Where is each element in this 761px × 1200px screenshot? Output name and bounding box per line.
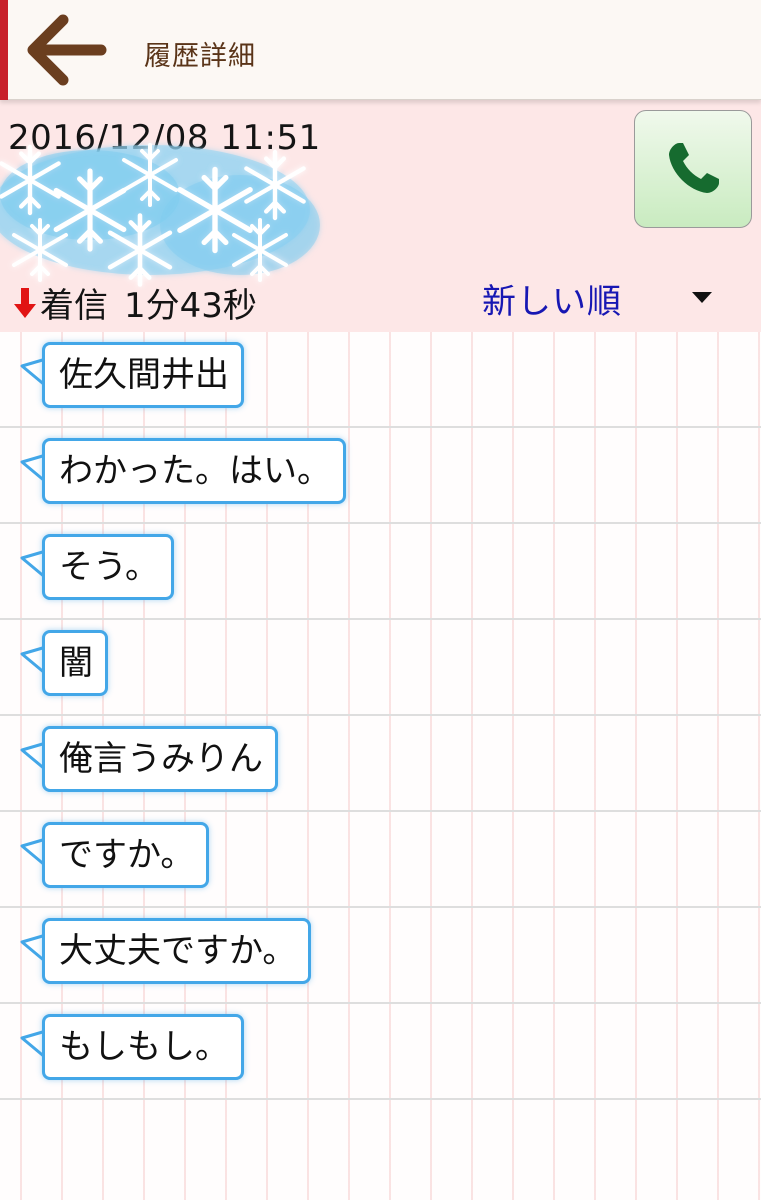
- transcript-row: わかった。はい。: [0, 428, 761, 524]
- sort-order-label: 新しい順: [482, 281, 622, 322]
- transcript-row: 俺言うみりん: [0, 716, 761, 812]
- page-title: 履歴詳細: [144, 41, 256, 72]
- incoming-arrow-icon: [14, 287, 36, 318]
- transcript-text: 闇: [42, 630, 108, 696]
- call-button[interactable]: [634, 110, 752, 228]
- header-accent-stripe: [0, 0, 8, 100]
- app-bar: 履歴詳細: [0, 0, 761, 100]
- transcript-text: 大丈夫ですか。: [42, 918, 312, 984]
- sort-order-dropdown[interactable]: 新しい順: [482, 274, 722, 322]
- transcript-text: わかった。はい。: [42, 438, 346, 504]
- call-direction: 着信 1分43秒: [12, 278, 257, 327]
- transcript-text: もしもし。: [42, 1014, 244, 1080]
- transcript-text: ですか。: [42, 822, 210, 888]
- transcript-row: そう。: [0, 524, 761, 620]
- phone-icon: [669, 143, 719, 193]
- call-info-panel: 2016/12/08 11:51 着信 1分43秒 新しい順: [0, 100, 761, 332]
- transcript-row: 大丈夫ですか。: [0, 908, 761, 1004]
- transcript-text: そう。: [42, 534, 174, 600]
- back-arrow-icon: [27, 14, 107, 86]
- call-direction-label: 着信: [40, 286, 108, 326]
- transcript-list: 佐久間井出 わかった。はい。 そう。 闇 俺言うみりん ですか。 大丈夫ですか。…: [0, 332, 761, 1200]
- dropdown-triangle-icon: [692, 292, 712, 303]
- transcript-row: もしもし。: [0, 1004, 761, 1100]
- transcript-text: 俺言うみりん: [42, 726, 278, 792]
- transcript-row: ですか。: [0, 812, 761, 908]
- transcript-row: 佐久間井出: [0, 332, 761, 428]
- call-duration: 1分43秒: [124, 286, 257, 326]
- snowflake-sticker-icon: [0, 143, 320, 290]
- transcript-row: 闇: [0, 620, 761, 716]
- transcript-text: 佐久間井出: [42, 342, 244, 408]
- back-button[interactable]: [18, 8, 112, 92]
